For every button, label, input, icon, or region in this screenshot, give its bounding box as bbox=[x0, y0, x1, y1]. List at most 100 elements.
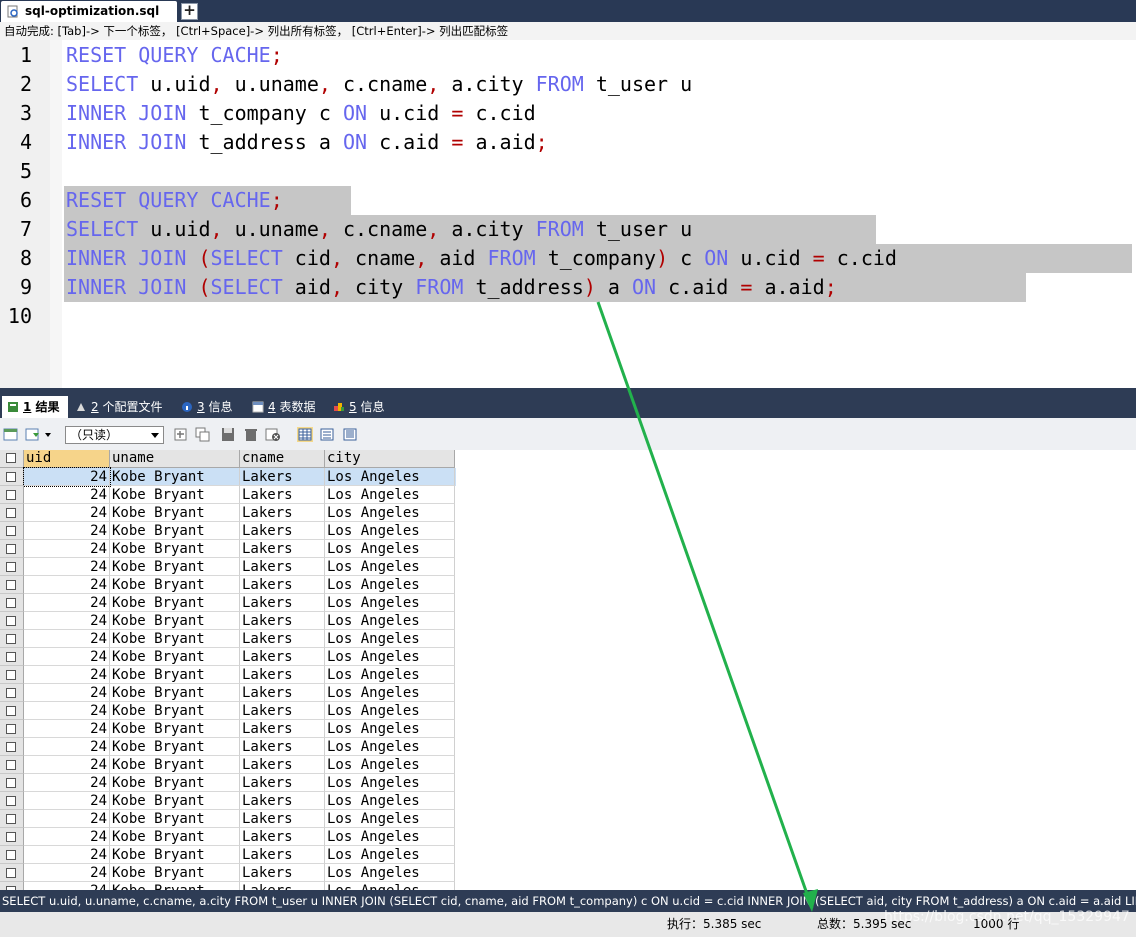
cell-cname[interactable]: Lakers bbox=[240, 828, 325, 846]
row-selector[interactable] bbox=[0, 828, 24, 846]
cell-cname[interactable]: Lakers bbox=[240, 684, 325, 702]
row-checkbox[interactable] bbox=[6, 598, 16, 608]
table-row[interactable]: 24Kobe BryantLakersLos Angeles bbox=[0, 774, 456, 792]
cell-city[interactable]: Los Angeles bbox=[325, 648, 455, 666]
cell-cname[interactable]: Lakers bbox=[240, 756, 325, 774]
cell-city[interactable]: Los Angeles bbox=[325, 666, 455, 684]
cell-uid[interactable]: 24 bbox=[24, 828, 110, 846]
cell-city[interactable]: Los Angeles bbox=[325, 612, 455, 630]
export-icon[interactable] bbox=[3, 427, 19, 442]
row-selector[interactable] bbox=[0, 648, 24, 666]
cell-city[interactable]: Los Angeles bbox=[325, 558, 455, 576]
cell-uname[interactable]: Kobe Bryant bbox=[110, 558, 240, 576]
delete-icon[interactable] bbox=[243, 427, 259, 442]
cell-city[interactable]: Los Angeles bbox=[325, 594, 455, 612]
column-header-uid[interactable]: uid bbox=[24, 450, 110, 468]
grid-view-icon[interactable] bbox=[297, 427, 313, 442]
row-selector[interactable] bbox=[0, 594, 24, 612]
row-selector[interactable] bbox=[0, 756, 24, 774]
cell-city[interactable]: Los Angeles bbox=[325, 756, 455, 774]
column-header-cname[interactable]: cname bbox=[240, 450, 325, 468]
row-selector[interactable] bbox=[0, 684, 24, 702]
cell-uid[interactable]: 24 bbox=[24, 702, 110, 720]
cell-uid[interactable]: 24 bbox=[24, 792, 110, 810]
cell-uid[interactable]: 24 bbox=[24, 558, 110, 576]
cell-cname[interactable]: Lakers bbox=[240, 792, 325, 810]
row-checkbox[interactable] bbox=[6, 760, 16, 770]
cell-uname[interactable]: Kobe Bryant bbox=[110, 864, 240, 882]
tab-info-2[interactable]: 5 信息 bbox=[328, 396, 396, 418]
row-checkbox[interactable] bbox=[6, 796, 16, 806]
cell-city[interactable]: Los Angeles bbox=[325, 522, 455, 540]
add-row-icon[interactable] bbox=[173, 427, 189, 442]
table-row[interactable]: 24Kobe BryantLakersLos Angeles bbox=[0, 756, 456, 774]
readonly-select[interactable]: （只读） bbox=[65, 426, 164, 444]
cell-uname[interactable]: Kobe Bryant bbox=[110, 576, 240, 594]
duplicate-row-icon[interactable] bbox=[195, 427, 211, 442]
cell-cname[interactable]: Lakers bbox=[240, 486, 325, 504]
row-checkbox[interactable] bbox=[6, 724, 16, 734]
cell-uid[interactable]: 24 bbox=[24, 810, 110, 828]
row-selector[interactable] bbox=[0, 630, 24, 648]
cell-uid[interactable]: 24 bbox=[24, 486, 110, 504]
row-checkbox[interactable] bbox=[6, 562, 16, 572]
column-header-uname[interactable]: uname bbox=[110, 450, 240, 468]
row-checkbox[interactable] bbox=[6, 472, 16, 482]
cell-uname[interactable]: Kobe Bryant bbox=[110, 522, 240, 540]
cell-cname[interactable]: Lakers bbox=[240, 468, 325, 486]
save-icon[interactable] bbox=[220, 427, 236, 442]
row-checkbox[interactable] bbox=[6, 814, 16, 824]
cell-cname[interactable]: Lakers bbox=[240, 630, 325, 648]
select-all-checkbox-header[interactable] bbox=[0, 450, 24, 468]
cell-city[interactable]: Los Angeles bbox=[325, 864, 455, 882]
table-row[interactable]: 24Kobe BryantLakersLos Angeles bbox=[0, 576, 456, 594]
row-selector[interactable] bbox=[0, 540, 24, 558]
cell-cname[interactable]: Lakers bbox=[240, 648, 325, 666]
cell-cname[interactable]: Lakers bbox=[240, 612, 325, 630]
cell-uname[interactable]: Kobe Bryant bbox=[110, 828, 240, 846]
row-selector[interactable] bbox=[0, 792, 24, 810]
chevron-down-icon[interactable] bbox=[43, 427, 53, 442]
cell-city[interactable]: Los Angeles bbox=[325, 828, 455, 846]
cell-city[interactable]: Los Angeles bbox=[325, 810, 455, 828]
cell-uid[interactable]: 24 bbox=[24, 684, 110, 702]
form-view-icon[interactable] bbox=[319, 427, 335, 442]
row-selector[interactable] bbox=[0, 846, 24, 864]
table-row[interactable]: 24Kobe BryantLakersLos Angeles bbox=[0, 504, 456, 522]
cell-uid[interactable]: 24 bbox=[24, 540, 110, 558]
cell-cname[interactable]: Lakers bbox=[240, 558, 325, 576]
table-row[interactable]: 24Kobe BryantLakersLos Angeles bbox=[0, 702, 456, 720]
cell-cname[interactable]: Lakers bbox=[240, 720, 325, 738]
table-row[interactable]: 24Kobe BryantLakersLos Angeles bbox=[0, 648, 456, 666]
cell-city[interactable]: Los Angeles bbox=[325, 504, 455, 522]
row-selector[interactable] bbox=[0, 468, 24, 486]
sql-file-tab[interactable]: sql-optimization.sql bbox=[1, 1, 177, 22]
cell-uname[interactable]: Kobe Bryant bbox=[110, 684, 240, 702]
row-selector[interactable] bbox=[0, 810, 24, 828]
cancel-changes-icon[interactable] bbox=[265, 427, 281, 442]
tab-table-data[interactable]: 4 表数据 bbox=[247, 396, 327, 418]
cell-uname[interactable]: Kobe Bryant bbox=[110, 648, 240, 666]
row-checkbox[interactable] bbox=[6, 868, 16, 878]
table-row[interactable]: 24Kobe BryantLakersLos Angeles bbox=[0, 684, 456, 702]
cell-uid[interactable]: 24 bbox=[24, 648, 110, 666]
cell-cname[interactable]: Lakers bbox=[240, 504, 325, 522]
row-selector[interactable] bbox=[0, 666, 24, 684]
cell-cname[interactable]: Lakers bbox=[240, 522, 325, 540]
row-checkbox[interactable] bbox=[6, 652, 16, 662]
cell-city[interactable]: Los Angeles bbox=[325, 702, 455, 720]
tab-profile[interactable]: 2 个配置文件 bbox=[70, 396, 172, 418]
cell-cname[interactable]: Lakers bbox=[240, 576, 325, 594]
cell-uname[interactable]: Kobe Bryant bbox=[110, 846, 240, 864]
table-row[interactable]: 24Kobe BryantLakersLos Angeles bbox=[0, 486, 456, 504]
cell-cname[interactable]: Lakers bbox=[240, 774, 325, 792]
row-checkbox[interactable] bbox=[6, 580, 16, 590]
row-checkbox[interactable] bbox=[6, 778, 16, 788]
row-checkbox[interactable] bbox=[6, 526, 16, 536]
cell-cname[interactable]: Lakers bbox=[240, 666, 325, 684]
table-row[interactable]: 24Kobe BryantLakersLos Angeles bbox=[0, 558, 456, 576]
select-all-checkbox[interactable] bbox=[6, 453, 16, 463]
cell-city[interactable]: Los Angeles bbox=[325, 738, 455, 756]
cell-city[interactable]: Los Angeles bbox=[325, 774, 455, 792]
sql-editor[interactable]: 1 2 3 4 5 6 7 8 9 10 RESET QUERY CACHE; SELECT u.u… bbox=[0, 40, 1136, 388]
